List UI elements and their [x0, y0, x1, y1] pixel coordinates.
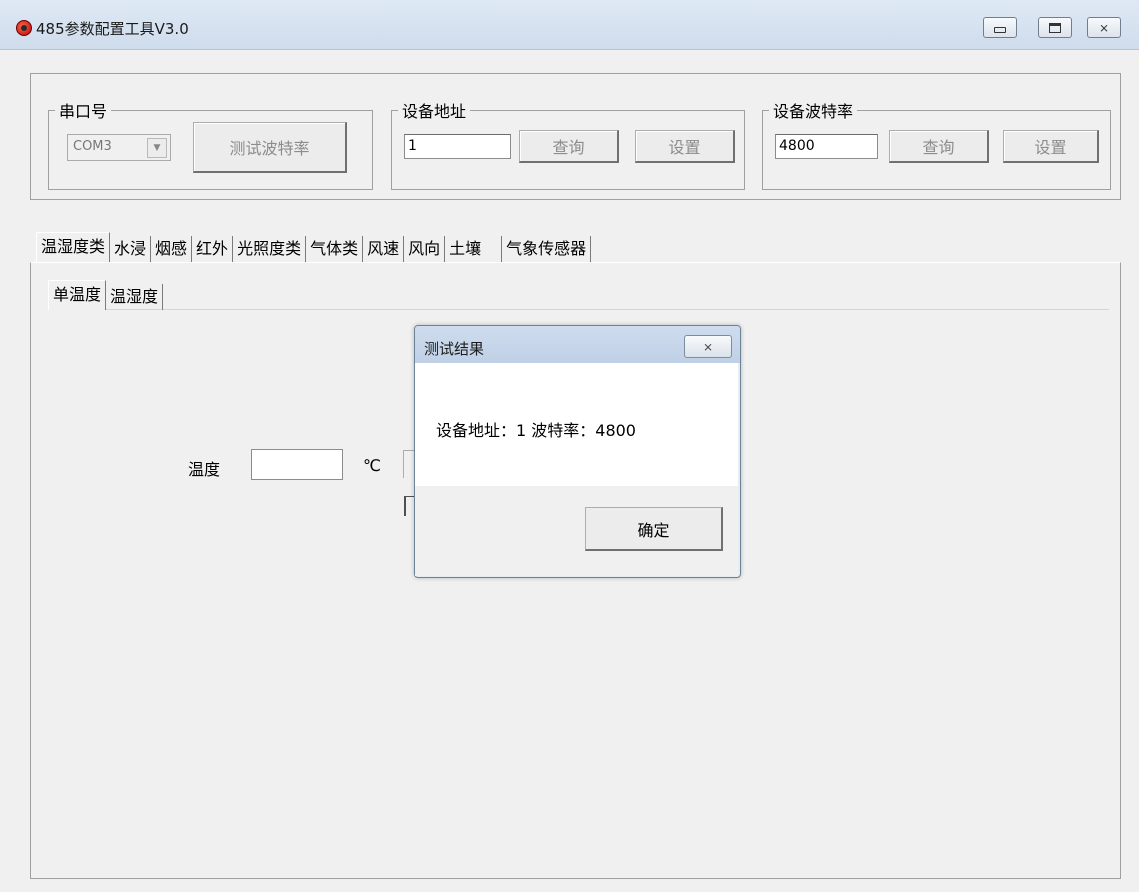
tab-wind-direction[interactable]: 风向 [404, 236, 446, 262]
subtab-temp-humidity[interactable]: 温湿度 [106, 284, 164, 310]
close-button[interactable]: ⨯ [1087, 17, 1121, 38]
tab-illuminance[interactable]: 光照度类 [233, 236, 307, 262]
tab-infrared[interactable]: 红外 [192, 236, 234, 262]
tab-soil[interactable]: 土壤 [445, 236, 503, 262]
tab-gas[interactable]: 气体类 [306, 236, 364, 262]
minimize-button[interactable] [983, 17, 1017, 38]
com-port-value: COM3 [73, 139, 112, 154]
address-set-button[interactable]: 设置 [635, 130, 735, 163]
tab-smoke[interactable]: 烟感 [151, 236, 193, 262]
maximize-icon [1049, 22, 1061, 33]
dialog-message: 设备地址：1 波特率：4800 [436, 421, 636, 440]
tab-temp-humidity[interactable]: 温湿度类 [36, 232, 111, 262]
close-icon: ⨯ [1098, 20, 1110, 35]
temperature-label: 温度 [188, 460, 221, 479]
temperature-input[interactable] [251, 449, 343, 480]
maximize-button[interactable] [1038, 17, 1072, 38]
dialog-close-button[interactable]: ⨯ [684, 335, 732, 358]
serial-port-legend: 串口号 [59, 102, 108, 121]
ok-button[interactable]: 确定 [585, 507, 723, 551]
dropdown-arrow-icon[interactable]: ▼ [147, 138, 167, 158]
test-baud-button[interactable]: 测试波特率 [193, 122, 347, 173]
minimize-icon [994, 26, 1006, 33]
subtab-single-temp[interactable]: 单温度 [48, 280, 107, 310]
main-tab-strip: 温湿度类 水浸 烟感 红外 光照度类 气体类 风速 风向 土壤 气象传感器 [36, 232, 592, 262]
com-port-select[interactable]: COM3 ▼ [67, 134, 171, 161]
device-address-input[interactable]: 1 [404, 134, 511, 159]
dialog-title: 测试结果 [424, 340, 485, 358]
baud-set-button[interactable]: 设置 [1003, 130, 1099, 163]
window-title: 485参数配置工具V3.0 [36, 20, 189, 38]
address-query-button[interactable]: 查询 [519, 130, 619, 163]
app-logo-icon [16, 20, 32, 36]
baud-query-button[interactable]: 查询 [889, 130, 989, 163]
tab-weather-sensor[interactable]: 气象传感器 [502, 236, 592, 262]
sub-tab-divider [48, 309, 1109, 310]
temperature-unit: ℃ [363, 456, 381, 475]
close-icon: ⨯ [702, 339, 714, 354]
sub-tab-strip: 单温度 温湿度 [48, 280, 164, 310]
device-baud-legend: 设备波特率 [773, 102, 854, 121]
device-baud-input[interactable]: 4800 [775, 134, 878, 159]
device-address-legend: 设备地址 [402, 102, 467, 121]
tab-wind-speed[interactable]: 风速 [363, 236, 405, 262]
tab-water-leak[interactable]: 水浸 [110, 236, 152, 262]
